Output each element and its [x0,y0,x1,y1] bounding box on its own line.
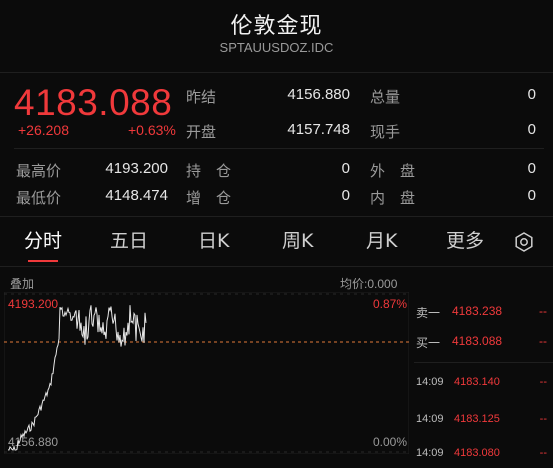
price-line-path [7,305,147,451]
tab-week-k[interactable]: 周K [282,226,313,253]
last-price: 4183.088 [14,82,173,123]
ask-label: 卖一 [416,306,441,320]
inner-label: 内 盘 [370,189,416,207]
chart-bottom-price: 4156.880 [8,435,58,449]
settings-icon[interactable] [514,232,534,252]
current-hand-label: 现手 [370,123,401,141]
avg-price-label: 均价:0.000 [340,277,398,291]
open-interest-label: 持 仓 [186,162,232,180]
tick-price: 4183.140 [454,376,500,388]
tick-time: 14:09 [416,376,444,388]
tick-qty: -- [539,447,547,459]
inner-value: 0 [527,187,536,204]
tick-qty: -- [539,376,547,388]
total-volume-label: 总量 [370,88,401,106]
tab-more[interactable]: 更多 [446,226,484,253]
price-change-pct: +0.63% [128,122,176,138]
tab-month-k[interactable]: 月K [366,226,397,253]
open-label: 开盘 [186,123,217,141]
open-value: 4157.748 [287,121,350,138]
tick-qty: -- [539,413,547,425]
stats-divider [0,216,553,217]
quote-divider [14,148,544,149]
symbol-code: SPTAUUSDOZ.IDC [219,40,334,55]
side-divider [414,362,553,363]
chart-frame [4,292,409,454]
tab-day-k[interactable]: 日K [198,226,229,253]
active-tab-indicator [28,260,58,262]
prev-settle-label: 昨结 [186,88,217,106]
chart-top-price: 4193.200 [8,297,58,311]
bid-qty: -- [539,334,547,348]
overlay-button[interactable]: 叠加 [10,275,34,292]
period-tabs: 分时 五日 日K 周K 月K 更多 [0,226,553,262]
bid-label: 买一 [416,336,441,350]
tab-five-day[interactable]: 五日 [110,226,148,253]
ask-price: 4183.238 [452,304,503,318]
chart-top-pct: 0.87% [373,297,407,311]
open-interest-value: 0 [341,160,350,177]
page-title: 伦敦金现 [230,14,323,39]
tick-price: 4183.125 [454,413,500,425]
chart-bottom-pct: 0.00% [373,435,407,449]
bid-price: 4183.088 [452,334,503,348]
tabs-divider [0,266,553,267]
prev-settle-value: 4156.880 [287,86,350,103]
tab-intraday[interactable]: 分时 [24,226,62,253]
total-volume-value: 0 [527,86,536,103]
ask-qty: -- [539,304,547,318]
intraday-chart[interactable]: 4193.200 0.87% 4156.880 0.00% [4,292,409,454]
price-line [7,305,147,451]
price-change: +26.208 [18,122,69,138]
high-value: 4193.200 [105,160,168,177]
order-panel: 卖一 4183.238 -- 买一 4183.088 -- 14:09 4183… [414,292,553,468]
tick-time: 14:09 [416,447,444,459]
low-value: 4148.474 [105,187,168,204]
tick-price: 4183.080 [454,447,500,459]
outer-value: 0 [527,160,536,177]
low-label: 最低价 [16,189,62,207]
outer-label: 外 盘 [370,162,416,180]
oi-change-value: 0 [341,187,350,204]
header-divider [0,72,553,73]
tick-time: 14:09 [416,413,444,425]
high-label: 最高价 [16,162,62,180]
current-hand-value: 0 [527,121,536,138]
oi-change-label: 增 仓 [186,189,232,207]
